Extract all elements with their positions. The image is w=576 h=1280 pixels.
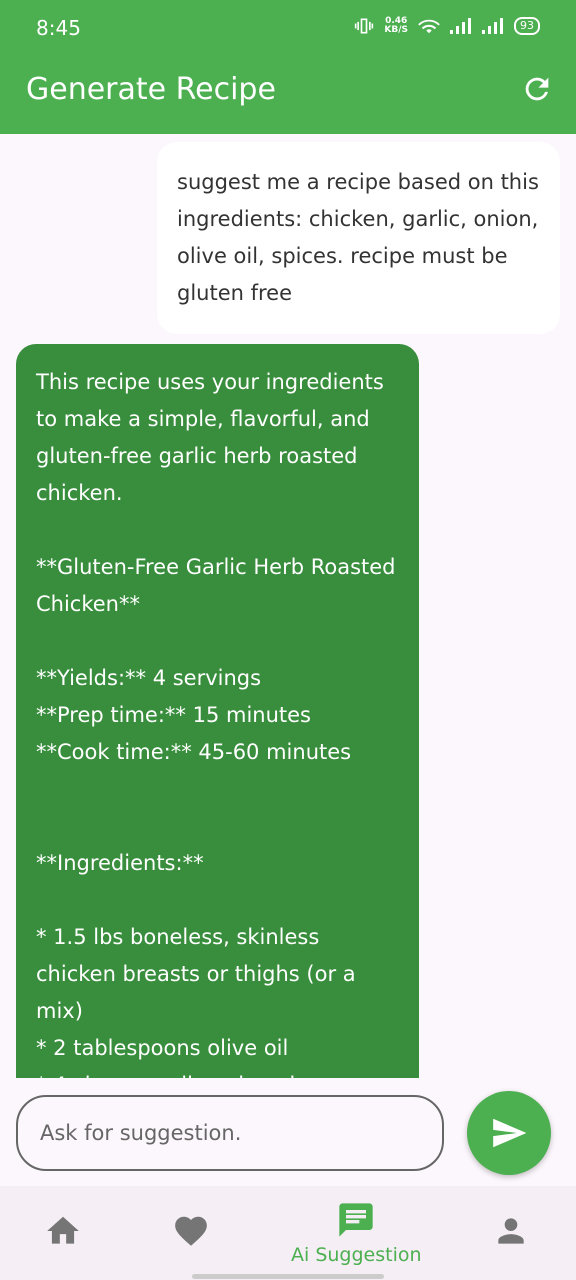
nav-favorites[interactable]: [172, 1212, 210, 1250]
signal-icon: [450, 18, 471, 34]
heart-icon: [175, 1216, 207, 1246]
battery-indicator: 93: [514, 17, 540, 35]
app-bar: Generate Recipe: [0, 56, 576, 134]
nav-profile[interactable]: [492, 1212, 530, 1250]
ai-message-bubble: This recipe uses your ingredients to mak…: [16, 344, 419, 1078]
signal-icon-2: [482, 18, 503, 34]
refresh-button[interactable]: [520, 72, 554, 106]
composer: [0, 1078, 576, 1186]
home-icon: [47, 1216, 79, 1244]
status-bar: 8:45 0.46 KB/S 93: [0, 0, 576, 56]
chat-icon: [339, 1203, 373, 1237]
vibrate-icon: [355, 18, 374, 34]
status-icons: 0.46 KB/S 93: [354, 16, 540, 36]
net-speed: 0.46 KB/S: [384, 17, 408, 35]
message-input[interactable]: [16, 1095, 444, 1171]
bottom-navigation: Ai Suggestion: [0, 1186, 576, 1280]
page-title: Generate Recipe: [26, 72, 276, 107]
person-icon: [498, 1218, 524, 1244]
net-speed-unit: KB/S: [384, 25, 408, 35]
wifi-icon: [418, 19, 440, 34]
send-icon: [493, 1118, 527, 1148]
nav-home[interactable]: [44, 1212, 82, 1250]
user-message-bubble: suggest me a recipe based on this ingred…: [157, 142, 560, 334]
refresh-icon: [525, 77, 549, 101]
send-button[interactable]: [467, 1091, 551, 1175]
gesture-handle[interactable]: [192, 1274, 384, 1279]
chat-area[interactable]: suggest me a recipe based on this ingred…: [0, 134, 576, 1078]
nav-ai-suggestion-label: Ai Suggestion: [291, 1244, 422, 1266]
status-time: 8:45: [36, 16, 81, 40]
nav-ai-suggestion[interactable]: Ai Suggestion: [291, 1200, 422, 1266]
